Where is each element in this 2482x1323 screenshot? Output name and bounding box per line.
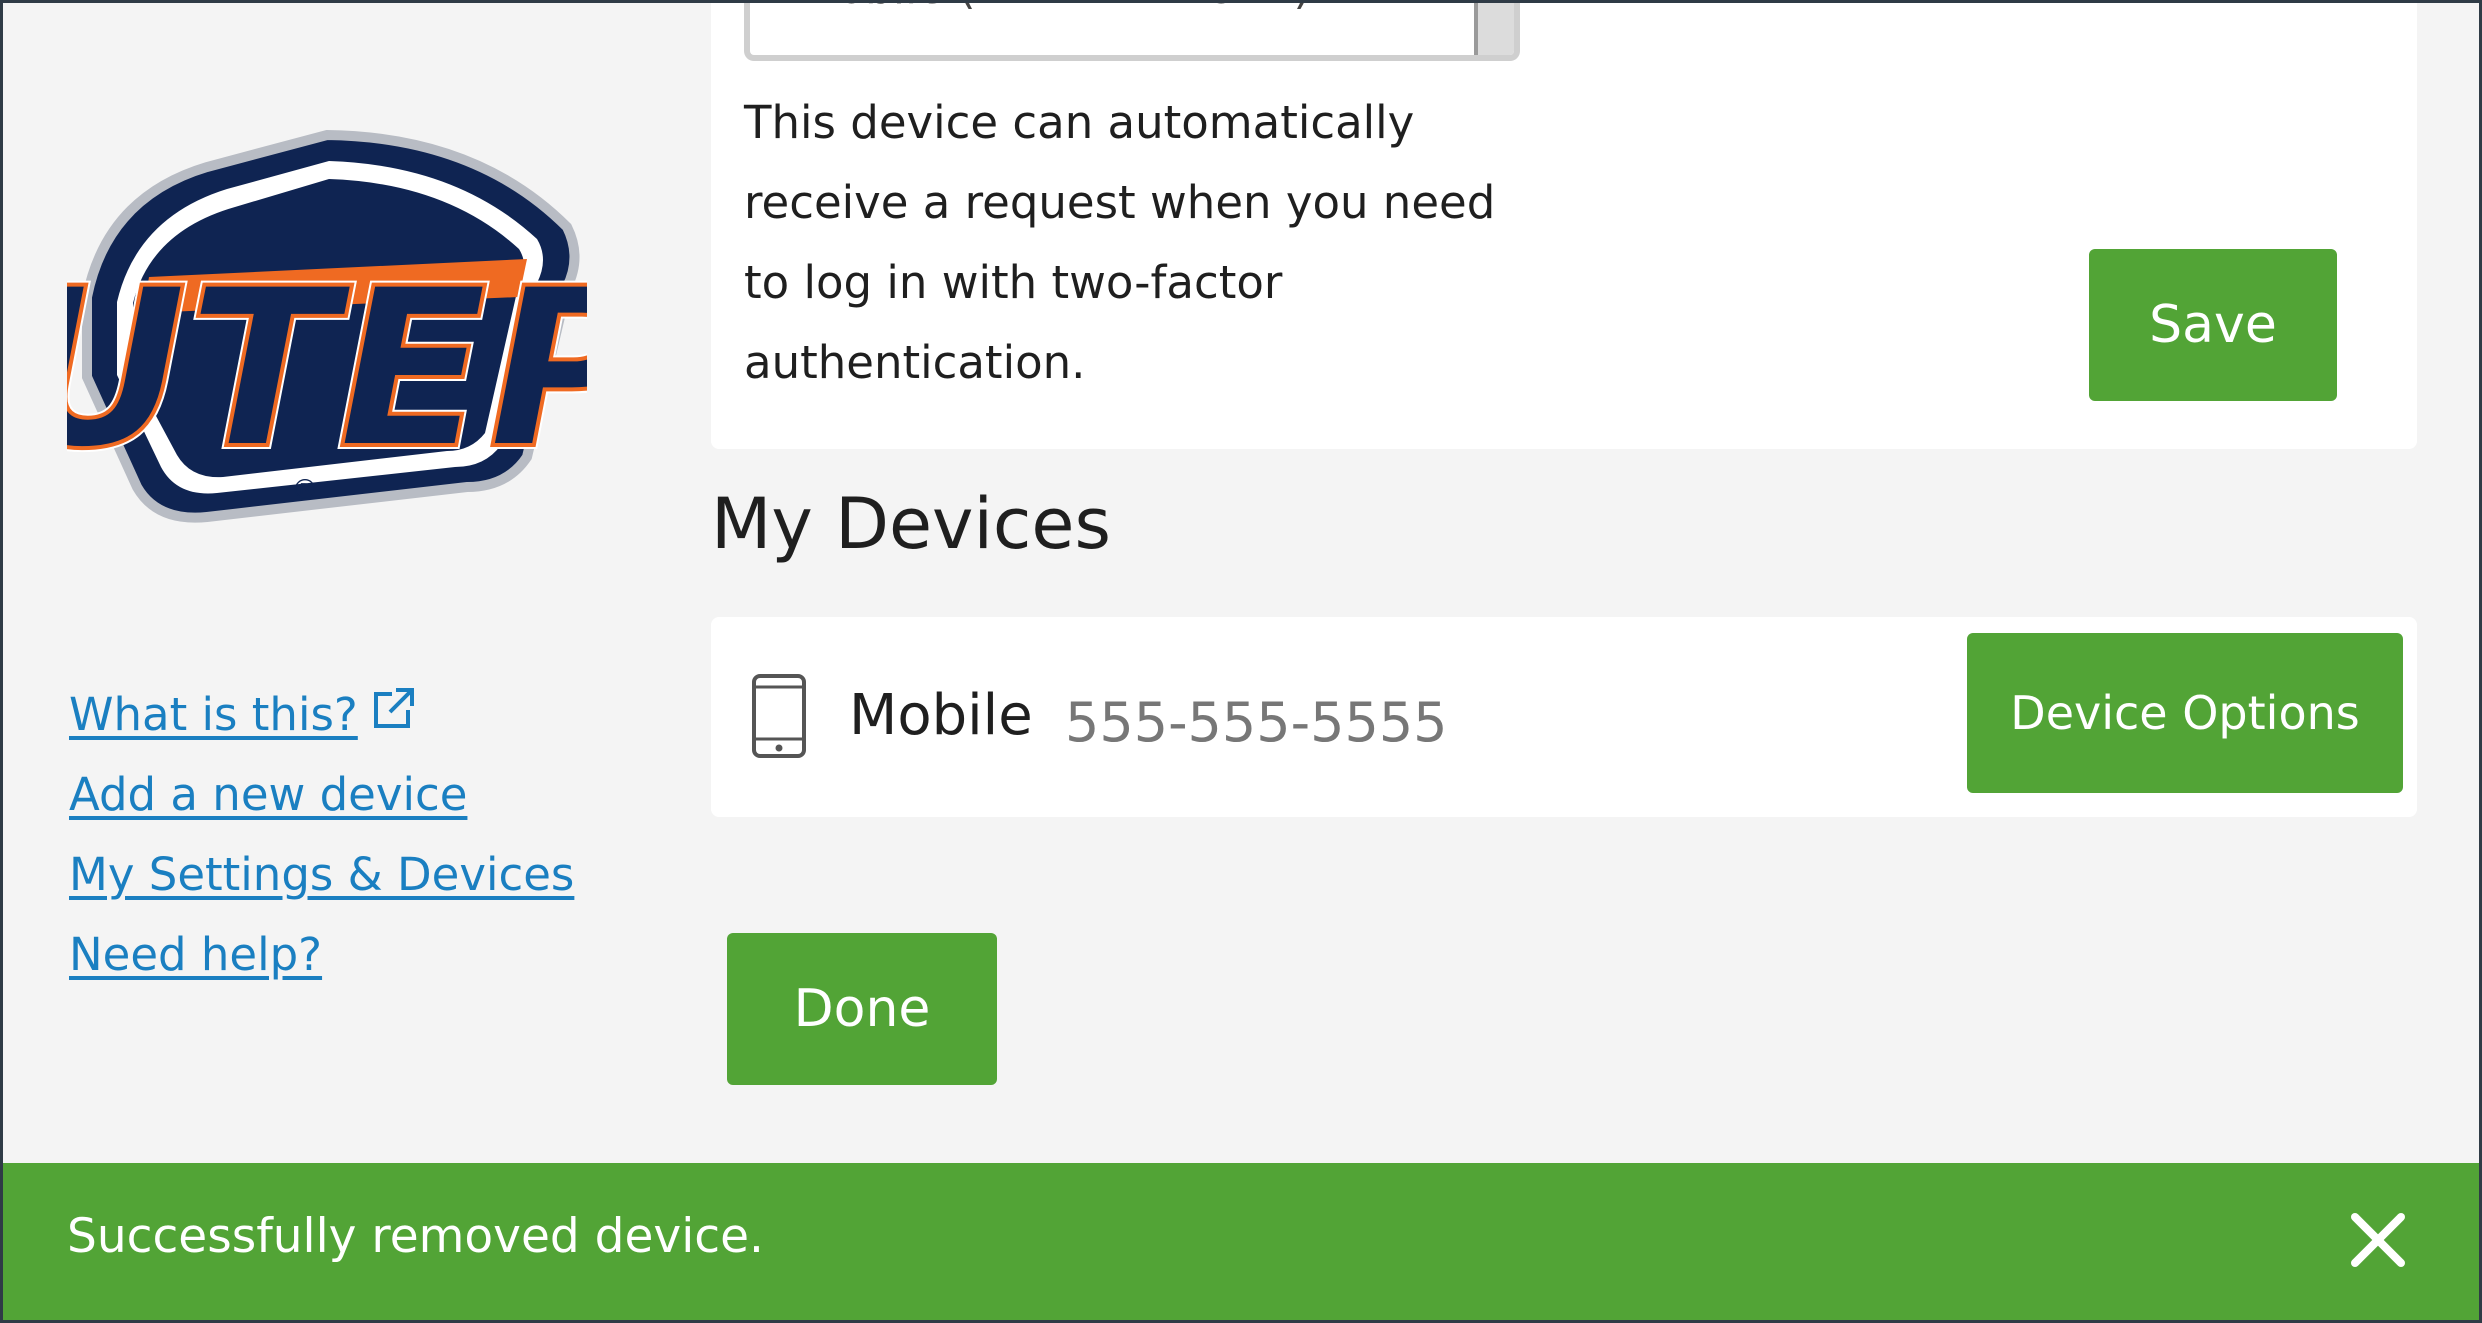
external-link-icon	[373, 688, 414, 728]
my-settings-devices-link[interactable]: My Settings & Devices	[69, 835, 574, 915]
add-new-device-link[interactable]: Add a new device	[69, 755, 574, 835]
mobile-phone-icon	[752, 674, 806, 758]
what-is-this-link[interactable]: What is this?	[69, 675, 574, 755]
success-notification: Successfully removed device.	[3, 1163, 2479, 1320]
device-phone-number: 555-555-5555	[1065, 691, 1448, 754]
need-help-link[interactable]: Need help?	[69, 915, 574, 995]
select-arrow-icon	[1474, 3, 1514, 55]
default-device-select[interactable]: Mobile (XXX-XXX-2912)	[744, 3, 1520, 61]
close-icon	[2351, 1213, 2405, 1267]
help-links: What is this? Add a new device My Settin…	[69, 675, 574, 995]
app-window: UTEP UTEP ® What is this? Add a new devi…	[0, 0, 2482, 1323]
device-name: Mobile	[849, 683, 1033, 748]
registered-mark: ®	[291, 473, 319, 506]
close-notification-button[interactable]	[2343, 1205, 2413, 1275]
save-button[interactable]: Save	[2089, 249, 2337, 401]
default-device-panel: Mobile (XXX-XXX-2912) This device can au…	[711, 3, 2417, 449]
utep-logo-graphic: UTEP UTEP ®	[5, 129, 653, 523]
utep-logo: UTEP UTEP ®	[5, 127, 653, 527]
notification-message: Successfully removed device.	[67, 1209, 764, 1264]
device-row: Mobile 555-555-5555 Device Options	[711, 617, 2417, 817]
done-button[interactable]: Done	[727, 933, 997, 1085]
default-device-select-value: Mobile (XXX-XXX-2912)	[800, 3, 1311, 14]
what-is-this-label: What is this?	[69, 688, 358, 741]
utep-logo-outline: UTEP	[67, 241, 587, 497]
my-devices-title: My Devices	[711, 483, 1111, 565]
device-options-button[interactable]: Device Options	[1967, 633, 2403, 793]
auto-request-description: This device can automatically receive a …	[744, 96, 1496, 389]
